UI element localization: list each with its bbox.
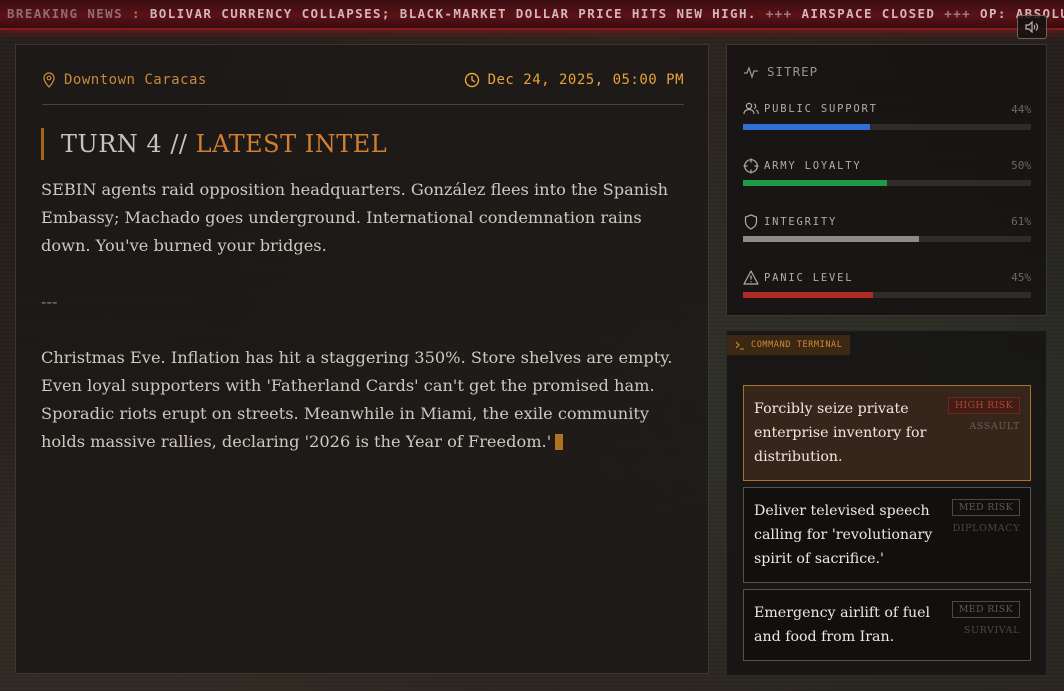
- stat-bar: [743, 292, 1031, 298]
- story-meta-bar: Downtown Caracas Dec 24, 2025, 05:00 PM: [42, 72, 684, 105]
- turn-heading: TURN 4 // LATEST INTEL: [41, 128, 387, 160]
- stat-bar: [743, 180, 1031, 186]
- stat-bar-fill: [743, 180, 887, 186]
- map-pin-icon: [43, 72, 55, 88]
- choice-category: SURVIVAL: [963, 625, 1020, 636]
- sitrep-panel: SITREP PUBLIC SUPPORT 44% ARMY LOYALTY 5…: [726, 44, 1047, 316]
- news-ticker: BREAKING NEWS : BOLIVAR CURRENCY COLLAPS…: [0, 0, 1064, 30]
- choice-category: ASSAULT: [969, 421, 1020, 432]
- terminal-tab: COMMAND TERMINAL: [727, 335, 851, 355]
- datetime-label: Dec 24, 2025, 05:00 PM: [487, 72, 684, 88]
- stat-value: 44%: [1011, 103, 1031, 116]
- warning-icon: [743, 270, 759, 285]
- choice-text: Deliver televised speech calling for 're…: [754, 503, 933, 567]
- stat-bar: [743, 124, 1031, 130]
- turn-number: TURN 4 //: [61, 130, 188, 158]
- story-separator: ---: [41, 292, 58, 311]
- pulse-icon: [744, 65, 758, 79]
- stat-label: ARMY LOYALTY: [764, 160, 862, 172]
- ticker-item: AIRSPACE CLOSED: [801, 6, 936, 21]
- stat-bar-fill: [743, 292, 873, 298]
- ticker-label: BREAKING NEWS: [7, 6, 124, 21]
- stat-label: PUBLIC SUPPORT: [764, 102, 878, 115]
- crosshair-icon: [743, 158, 759, 174]
- story-paragraph: Christmas Eve. Inflation has hit a stagg…: [41, 348, 673, 451]
- terminal-title: COMMAND TERMINAL: [751, 340, 843, 350]
- terminal-prompt-icon: [735, 341, 744, 350]
- choice-option[interactable]: Deliver televised speech calling for 're…: [743, 487, 1031, 583]
- command-terminal: COMMAND TERMINAL Forcibly seize private …: [726, 330, 1047, 676]
- shield-icon: [744, 214, 758, 230]
- stat-bar-fill: [743, 124, 870, 130]
- risk-badge: HIGH RISK: [947, 397, 1020, 414]
- sitrep-header: SITREP: [743, 64, 818, 79]
- stat-label: PANIC LEVEL: [764, 271, 854, 284]
- ticker-separator: +++: [944, 6, 972, 21]
- stat-value: 45%: [1011, 271, 1031, 284]
- story-text: SEBIN agents raid opposition headquarter…: [41, 176, 691, 456]
- stat-bar-fill: [743, 236, 919, 242]
- choice-option[interactable]: Forcibly seize private enterprise invent…: [743, 385, 1031, 481]
- stat-bar: [743, 236, 1031, 242]
- speaker-icon: [1025, 21, 1039, 33]
- risk-badge: MED RISK: [951, 499, 1020, 516]
- turn-title: LATEST INTEL: [195, 130, 388, 158]
- stat-public-support: PUBLIC SUPPORT 44%: [743, 102, 1031, 132]
- stat-value: 61%: [1011, 215, 1031, 228]
- clock-icon: [464, 72, 479, 88]
- ticker-item: BOLIVAR CURRENCY COLLAPSES; BLACK-MARKET…: [149, 6, 757, 21]
- sitrep-title: SITREP: [767, 64, 819, 79]
- location-label: Downtown Caracas: [64, 72, 207, 88]
- choice-option[interactable]: Emergency airlift of fuel and food from …: [743, 589, 1031, 661]
- choice-category: DIPLOMACY: [952, 523, 1020, 534]
- stat-label: INTEGRITY: [764, 216, 838, 228]
- story-paragraph: SEBIN agents raid opposition headquarter…: [41, 180, 669, 255]
- ticker-text: BREAKING NEWS : BOLIVAR CURRENCY COLLAPS…: [7, 6, 1064, 21]
- typing-cursor: [555, 434, 564, 450]
- location: Downtown Caracas: [42, 72, 207, 88]
- ticker-separator: +++: [765, 6, 793, 21]
- stat-panic-level: PANIC LEVEL 45%: [743, 270, 1031, 300]
- stat-integrity: INTEGRITY 61%: [743, 214, 1031, 244]
- story-panel: Downtown Caracas Dec 24, 2025, 05:00 PM …: [15, 44, 709, 674]
- choice-text: Emergency airlift of fuel and food from …: [754, 605, 931, 645]
- stat-army-loyalty: ARMY LOYALTY 50%: [743, 158, 1031, 188]
- choice-text: Forcibly seize private enterprise invent…: [754, 401, 927, 465]
- datetime: Dec 24, 2025, 05:00 PM: [464, 72, 684, 88]
- sound-toggle-button[interactable]: [1017, 15, 1047, 39]
- stat-value: 50%: [1011, 159, 1031, 172]
- risk-badge: MED RISK: [951, 601, 1020, 618]
- people-icon: [743, 102, 759, 115]
